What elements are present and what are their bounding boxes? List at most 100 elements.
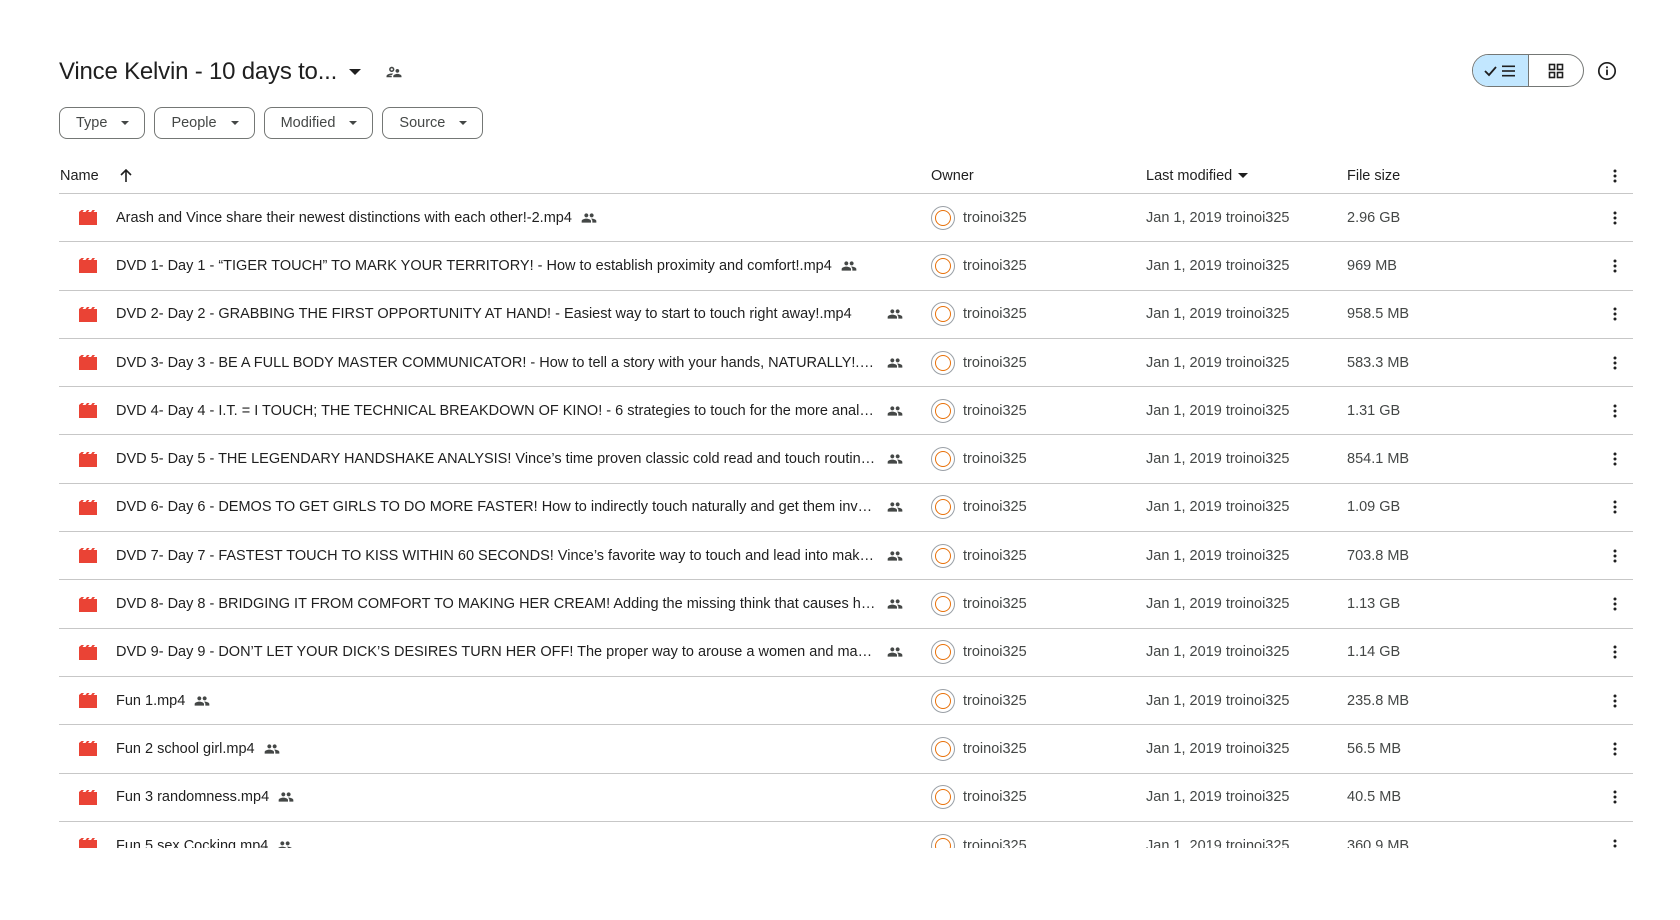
owner-name: troinoi325 xyxy=(963,547,1027,564)
table-row[interactable]: DVD 4- Day 4 - I.T. = I TOUCH; THE TECHN… xyxy=(59,387,1633,436)
file-name-wrap: DVD 9- Day 9 - DON’T LET YOUR DICK’S DES… xyxy=(97,644,903,660)
table-row[interactable]: Fun 5 sex Cocking.mp4 troinoi325 Jan 1, … xyxy=(59,822,1633,848)
file-name: DVD 5- Day 5 - THE LEGENDARY HANDSHAKE A… xyxy=(116,451,877,468)
more-options-icon[interactable] xyxy=(1603,785,1627,809)
shared-icon xyxy=(841,258,857,274)
shared-icon xyxy=(277,838,293,848)
table-row[interactable]: Fun 2 school girl.mp4 troinoi325 Jan 1, … xyxy=(59,725,1633,774)
more-options-icon[interactable] xyxy=(1603,254,1627,278)
filter-source-label: Source xyxy=(399,115,446,131)
more-options-icon[interactable] xyxy=(1603,544,1627,568)
file-name-wrap: DVD 3- Day 3 - BE A FULL BODY MASTER COM… xyxy=(97,355,903,371)
owner-name: troinoi325 xyxy=(963,789,1027,806)
more-options-icon[interactable] xyxy=(1603,640,1627,664)
last-modified: Jan 1, 2019 troinoi325 xyxy=(1146,257,1290,274)
avatar-logo xyxy=(935,547,951,564)
file-size: 1.09 GB xyxy=(1347,499,1401,516)
table-row[interactable]: DVD 7- Day 7 - FASTEST TOUCH TO KISS WIT… xyxy=(59,532,1633,581)
avatar-logo xyxy=(935,596,951,613)
video-file-icon xyxy=(79,693,97,709)
file-name-wrap: DVD 1- Day 1 - “TIGER TOUCH” TO MARK YOU… xyxy=(97,258,857,274)
last-modified: Jan 1, 2019 troinoi325 xyxy=(1146,306,1290,323)
filter-type[interactable]: Type xyxy=(59,107,146,139)
file-size: 40.5 MB xyxy=(1347,789,1401,806)
avatar xyxy=(931,205,955,230)
info-icon[interactable] xyxy=(1594,58,1620,84)
last-modified: Jan 1, 2019 troinoi325 xyxy=(1146,837,1290,849)
shared-icon xyxy=(887,499,903,515)
avatar xyxy=(931,592,955,617)
video-file-icon xyxy=(79,596,97,612)
shared-folder-icon[interactable] xyxy=(383,61,405,83)
file-list: Name Owner Last modified File size Arash… xyxy=(59,158,1633,848)
table-row[interactable]: DVD 1- Day 1 - “TIGER TOUCH” TO MARK YOU… xyxy=(59,242,1633,291)
file-size: 583.3 MB xyxy=(1347,354,1410,371)
owner-name: troinoi325 xyxy=(963,209,1027,226)
column-header-name[interactable]: Name xyxy=(60,168,99,184)
shared-icon xyxy=(887,644,903,660)
more-options-icon[interactable] xyxy=(1603,302,1627,326)
video-file-icon xyxy=(79,741,97,757)
video-file-icon xyxy=(79,355,97,371)
file-size: 235.8 MB xyxy=(1347,692,1410,709)
more-options-icon[interactable] xyxy=(1603,834,1627,849)
grid-icon xyxy=(1548,63,1564,78)
column-header-size[interactable]: File size xyxy=(1347,168,1400,184)
table-row[interactable]: DVD 8- Day 8 - BRIDGING IT FROM COMFORT … xyxy=(59,580,1633,629)
last-modified: Jan 1, 2019 troinoi325 xyxy=(1146,644,1290,661)
list-view-button[interactable] xyxy=(1473,55,1529,86)
file-size: 360.9 MB xyxy=(1347,837,1410,849)
filter-people-label: People xyxy=(171,115,217,131)
file-size: 1.31 GB xyxy=(1347,402,1401,419)
video-file-icon xyxy=(79,789,97,805)
sort-ascending-icon[interactable] xyxy=(119,168,133,183)
chevron-down-icon[interactable] xyxy=(1238,173,1249,178)
column-header-owner[interactable]: Owner xyxy=(931,168,974,184)
avatar-logo xyxy=(935,354,951,371)
file-name-wrap: DVD 6- Day 6 - DEMOS TO GET GIRLS TO DO … xyxy=(97,499,903,515)
table-row[interactable]: DVD 6- Day 6 - DEMOS TO GET GIRLS TO DO … xyxy=(59,484,1633,533)
avatar-logo xyxy=(935,209,951,226)
more-options-icon[interactable] xyxy=(1603,206,1627,230)
file-name-wrap: Fun 2 school girl.mp4 xyxy=(97,741,280,757)
avatar xyxy=(931,398,955,423)
filter-people[interactable]: People xyxy=(154,107,255,139)
file-size: 969 MB xyxy=(1347,257,1397,274)
chevron-down-icon[interactable] xyxy=(349,69,362,75)
more-options-icon[interactable] xyxy=(1603,495,1627,519)
table-row[interactable]: DVD 9- Day 9 - DON’T LET YOUR DICK’S DES… xyxy=(59,629,1633,677)
folder-title[interactable]: Vince Kelvin - 10 days to... xyxy=(59,58,337,86)
more-options-icon[interactable] xyxy=(1603,592,1627,616)
table-row[interactable]: DVD 2- Day 2 - GRABBING THE FIRST OPPORT… xyxy=(59,291,1633,339)
table-row[interactable]: Fun 1.mp4 troinoi325 Jan 1, 2019 troinoi… xyxy=(59,677,1633,726)
last-modified: Jan 1, 2019 troinoi325 xyxy=(1146,354,1290,371)
more-options-icon[interactable] xyxy=(1603,164,1627,188)
avatar xyxy=(931,640,955,665)
more-options-icon[interactable] xyxy=(1603,689,1627,713)
grid-view-button[interactable] xyxy=(1529,55,1584,86)
shared-icon xyxy=(581,210,597,226)
avatar-logo xyxy=(935,692,951,709)
file-name: Arash and Vince share their newest disti… xyxy=(116,209,572,226)
shared-icon xyxy=(278,789,294,805)
more-options-icon[interactable] xyxy=(1603,351,1627,375)
avatar-logo xyxy=(935,837,951,848)
filter-type-label: Type xyxy=(76,115,108,131)
filter-source[interactable]: Source xyxy=(382,107,484,139)
file-name: DVD 2- Day 2 - GRABBING THE FIRST OPPORT… xyxy=(116,306,852,323)
table-row[interactable]: Fun 3 randomness.mp4 troinoi325 Jan 1, 2… xyxy=(59,774,1633,822)
table-row[interactable]: Arash and Vince share their newest disti… xyxy=(59,194,1633,243)
owner-name: troinoi325 xyxy=(963,306,1027,323)
table-row[interactable]: DVD 3- Day 3 - BE A FULL BODY MASTER COM… xyxy=(59,339,1633,388)
filter-modified[interactable]: Modified xyxy=(263,107,374,139)
more-options-icon[interactable] xyxy=(1603,447,1627,471)
last-modified: Jan 1, 2019 troinoi325 xyxy=(1146,402,1290,419)
column-header-modified[interactable]: Last modified xyxy=(1146,168,1232,184)
more-options-icon[interactable] xyxy=(1603,737,1627,761)
more-options-icon[interactable] xyxy=(1603,399,1627,423)
shared-icon xyxy=(887,403,903,419)
file-name-wrap: DVD 7- Day 7 - FASTEST TOUCH TO KISS WIT… xyxy=(97,548,903,564)
table-row[interactable]: DVD 5- Day 5 - THE LEGENDARY HANDSHAKE A… xyxy=(59,435,1633,484)
file-name: Fun 2 school girl.mp4 xyxy=(116,740,255,757)
avatar xyxy=(931,833,955,848)
